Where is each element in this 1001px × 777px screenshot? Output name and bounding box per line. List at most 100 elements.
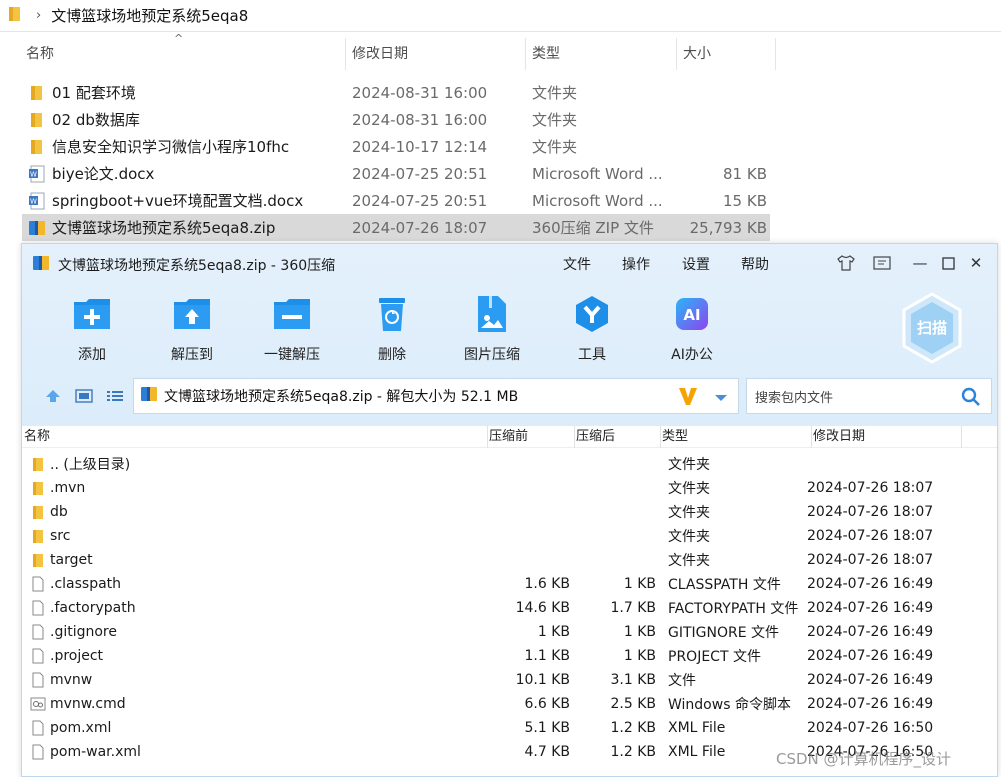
file-row-zip-selected[interactable]: 文博篮球场地预定系统5eqa8.zip 2024-07-26 18:07 360… xyxy=(22,214,770,241)
zip-row-parent[interactable]: .. (上级目录) 文件夹 xyxy=(22,452,997,476)
image-compress-button[interactable]: 图片压缩 xyxy=(442,292,542,364)
file-size: 25,793 KB xyxy=(689,218,767,237)
search-placeholder: 搜索包内文件 xyxy=(755,390,834,406)
file-name: springboot+vue环境配置文档.docx xyxy=(52,192,304,210)
menu-settings[interactable]: 设置 xyxy=(682,254,741,274)
file-icon xyxy=(22,600,48,616)
file-icon xyxy=(22,720,48,736)
file-type: 文件夹 xyxy=(532,138,578,156)
menu-help[interactable]: 帮助 xyxy=(741,254,791,274)
extract-to-button[interactable]: 解压到 xyxy=(142,292,242,364)
column-date[interactable]: 修改日期 xyxy=(812,426,962,448)
folder-icon xyxy=(22,529,48,544)
column-name[interactable]: 名称 xyxy=(22,426,488,448)
image-compress-icon xyxy=(470,292,514,336)
folder-icon xyxy=(22,553,48,568)
zip-column-header: 名称 压缩前 压缩后 类型 修改日期 xyxy=(22,426,997,448)
ai-office-button[interactable]: AI AI办公 xyxy=(642,292,742,364)
entry-name: pom.xml xyxy=(50,720,112,736)
zip-row-pom[interactable]: pom.xml 5.1 KB 1.2 KB XML File 2024-07-2… xyxy=(22,716,997,740)
entry-size-after: 1.2 KB xyxy=(610,720,657,736)
entry-size-before: 4.7 KB xyxy=(524,744,571,760)
zip-row-mvn[interactable]: .mvn 文件夹 2024-07-26 18:07 xyxy=(22,476,997,500)
zip-path-field[interactable]: 文博篮球场地预定系统5eqa8.zip - 解包大小为 52.1 MB xyxy=(133,378,739,414)
zip-row-classpath[interactable]: .classpath 1.6 KB 1 KB CLASSPATH 文件 2024… xyxy=(22,572,997,596)
column-type[interactable]: 类型 xyxy=(661,426,812,448)
entry-size-after: 2.5 KB xyxy=(610,696,657,712)
entry-size-before: 5.1 KB xyxy=(524,720,571,736)
zip-title-bar: 文博篮球场地预定系统5eqa8.zip - 360压缩 xyxy=(32,254,335,276)
zip-row-db[interactable]: db 文件夹 2024-07-26 18:07 xyxy=(22,500,997,524)
entry-size-after: 1 KB xyxy=(623,624,656,640)
column-type[interactable]: 类型 xyxy=(526,38,677,70)
zip-row-factorypath[interactable]: .factorypath 14.6 KB 1.7 KB FACTORYPATH … xyxy=(22,596,997,620)
column-date[interactable]: 修改日期 xyxy=(346,38,526,70)
skin-icon[interactable] xyxy=(832,252,860,274)
word-doc-icon: W xyxy=(22,165,52,183)
entry-name: target xyxy=(50,552,93,568)
zip-row-mvnw[interactable]: mvnw 10.1 KB 3.1 KB 文件 2024-07-26 16:49 xyxy=(22,668,997,692)
entry-type: PROJECT 文件 xyxy=(668,649,761,665)
chevron-right-icon[interactable]: › xyxy=(36,8,41,23)
close-icon[interactable]: ✕ xyxy=(962,252,990,274)
file-icon xyxy=(22,576,48,592)
zip-menu-bar: 文件 操作 设置 帮助 xyxy=(563,254,791,274)
chevron-down-icon[interactable] xyxy=(714,391,728,407)
list-view-icon[interactable] xyxy=(99,382,130,410)
file-row-db[interactable]: 02 db数据库 2024-08-31 16:00 文件夹 xyxy=(22,106,770,133)
file-row-miniprogram[interactable]: 信息安全知识学习微信小程序10fhc 2024-10-17 12:14 文件夹 xyxy=(22,133,770,160)
entry-type: CLASSPATH 文件 xyxy=(668,577,781,593)
window-controls: — ✕ xyxy=(832,252,990,274)
feedback-icon[interactable] xyxy=(868,252,896,274)
watermark: CSDN @计算机程序_设计 xyxy=(776,750,952,768)
extract-to-label: 解压到 xyxy=(171,347,213,363)
svg-text:AI: AI xyxy=(683,306,700,324)
file-row-env-doc[interactable]: W springboot+vue环境配置文档.docx 2024-07-25 2… xyxy=(22,187,770,214)
column-size-after[interactable]: 压缩后 xyxy=(575,426,661,448)
zip-file-list: .. (上级目录) 文件夹 .mvn 文件夹 2024-07-26 18:07 … xyxy=(22,452,997,764)
search-icon[interactable] xyxy=(961,387,981,411)
entry-date: 2024-07-26 16:49 xyxy=(807,696,934,712)
zip-row-target[interactable]: target 文件夹 2024-07-26 18:07 xyxy=(22,548,997,572)
entry-name: .mvn xyxy=(50,480,86,496)
zip-row-gitignore[interactable]: .gitignore 1 KB 1 KB GITIGNORE 文件 2024-0… xyxy=(22,620,997,644)
zip-row-project[interactable]: .project 1.1 KB 1 KB PROJECT 文件 2024-07-… xyxy=(22,644,997,668)
menu-file[interactable]: 文件 xyxy=(563,254,622,274)
thumbnail-view-icon[interactable] xyxy=(69,382,100,410)
entry-size-before: 14.6 KB xyxy=(515,600,570,616)
zip-header-area: 文博篮球场地预定系统5eqa8.zip - 360压缩 文件 操作 设置 帮助 … xyxy=(22,244,997,426)
maximize-icon[interactable] xyxy=(934,252,962,274)
folder-icon xyxy=(22,457,48,472)
search-input[interactable]: 搜索包内文件 xyxy=(746,378,992,414)
column-name[interactable]: 名称 ^ xyxy=(20,32,346,70)
zip-app-icon xyxy=(32,254,50,276)
entry-date: 2024-07-26 16:49 xyxy=(807,672,934,688)
explorer-address-bar[interactable]: › 文博篮球场地预定系统5eqa8 xyxy=(0,0,1001,32)
sort-ascending-icon: ^ xyxy=(174,32,184,45)
file-type: 文件夹 xyxy=(532,111,578,129)
up-arrow-icon[interactable] xyxy=(38,382,69,410)
entry-date: 2024-07-26 18:07 xyxy=(807,480,934,496)
entry-date: 2024-07-26 18:07 xyxy=(807,552,934,568)
tools-button[interactable]: 工具 xyxy=(542,292,642,364)
column-size[interactable]: 大小 xyxy=(677,38,776,70)
scan-button[interactable]: 扫描 xyxy=(900,292,964,364)
file-icon xyxy=(22,744,48,760)
file-date: 2024-07-25 20:51 xyxy=(352,164,488,183)
zip-row-src[interactable]: src 文件夹 2024-07-26 18:07 xyxy=(22,524,997,548)
one-click-extract-button[interactable]: 一键解压 xyxy=(242,292,342,364)
word-doc-icon: W xyxy=(22,192,52,210)
file-row-config[interactable]: 01 配套环境 2024-08-31 16:00 文件夹 xyxy=(22,79,770,106)
zip-window-title: 文博篮球场地预定系统5eqa8.zip - 360压缩 xyxy=(58,258,336,274)
file-type: Microsoft Word ... xyxy=(532,191,663,210)
delete-button[interactable]: 删除 xyxy=(342,292,442,364)
file-row-thesis[interactable]: W biye论文.docx 2024-07-25 20:51 Microsoft… xyxy=(22,160,770,187)
menu-operation[interactable]: 操作 xyxy=(622,254,682,274)
column-size-before[interactable]: 压缩前 xyxy=(488,426,575,448)
minimize-icon[interactable]: — xyxy=(906,252,934,274)
vip-badge-icon[interactable] xyxy=(678,385,698,411)
entry-name: src xyxy=(50,528,71,544)
add-button[interactable]: 添加 xyxy=(42,292,142,364)
breadcrumb-current[interactable]: 文博篮球场地预定系统5eqa8 xyxy=(51,5,248,26)
zip-row-mvnw-cmd[interactable]: mvnw.cmd 6.6 KB 2.5 KB Windows 命令脚本 2024… xyxy=(22,692,997,716)
